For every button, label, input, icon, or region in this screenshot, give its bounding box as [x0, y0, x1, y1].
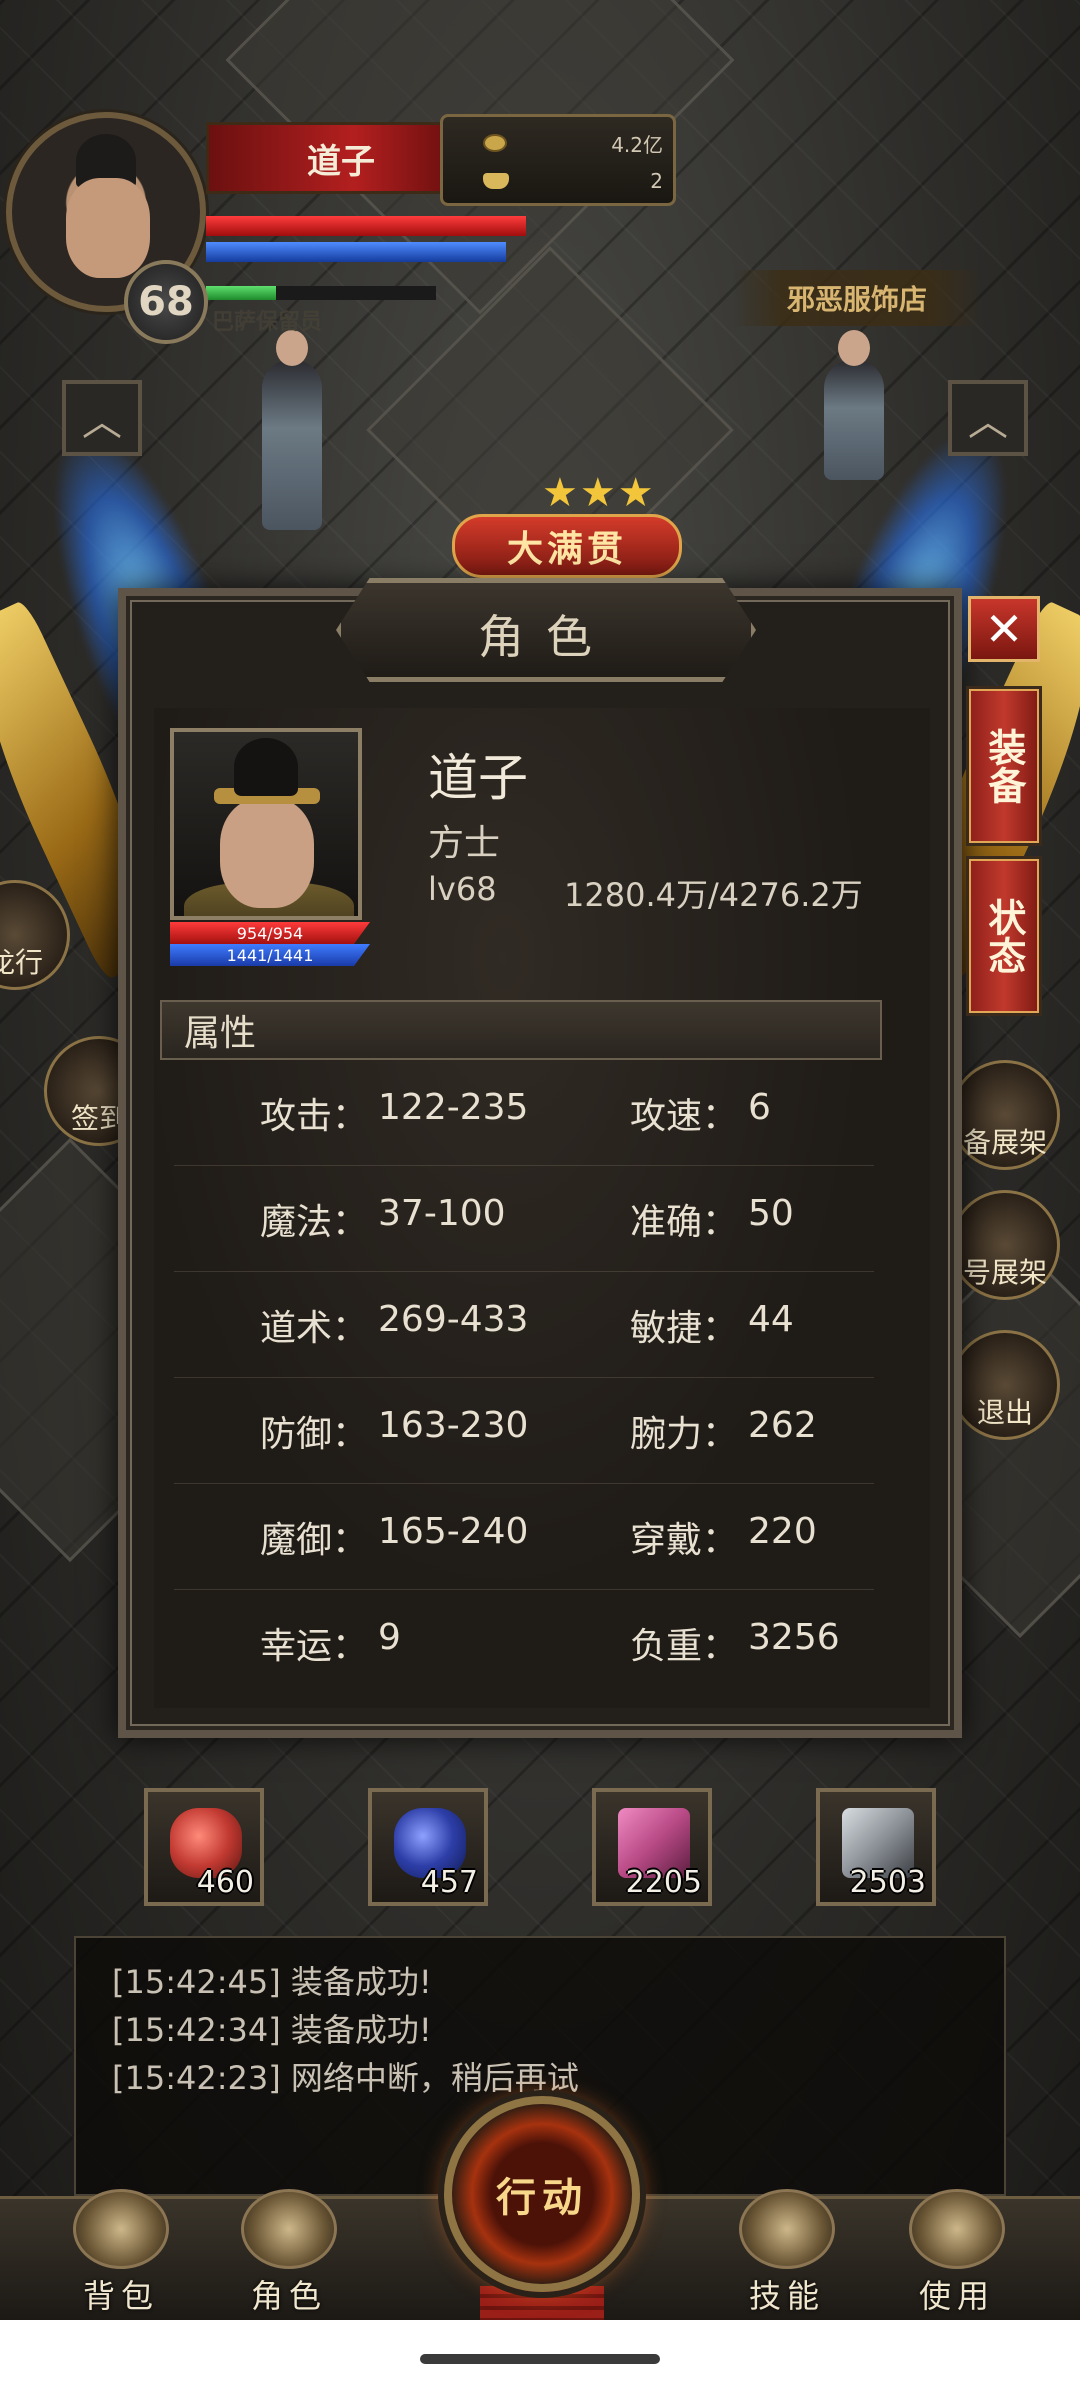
right-title-rack-button[interactable]: 号展架: [950, 1190, 1060, 1300]
character-panel: 954/954 1441/1441 道子 方士 lv68 1280.4万/427…: [154, 708, 930, 1708]
tab-status-label: 状态: [981, 898, 1027, 974]
player-mp-bar: [206, 242, 506, 262]
nav-bag-label: 背包: [82, 2277, 159, 2315]
item-count: 460: [196, 1865, 254, 1900]
close-button[interactable]: ✕: [968, 596, 1040, 662]
use-hand-icon: [909, 2189, 1005, 2269]
character-mp-bar: 1441/1441: [170, 944, 370, 966]
chevron-up-icon: ︿: [82, 399, 122, 445]
log-entry: [15:42:23] 网络中断，稍后再试: [112, 2059, 579, 2097]
player-guild: 巴萨保留员: [212, 310, 323, 335]
player-hp-bar: [206, 216, 526, 236]
player-name: 道子: [206, 122, 476, 194]
currency-panel: 4.2亿 2: [440, 114, 676, 206]
bag-icon: [73, 2189, 169, 2269]
npc-female[interactable]: [262, 330, 322, 530]
left-dragon-button[interactable]: 龙行: [0, 880, 70, 990]
home-indicator[interactable]: [420, 2354, 660, 2364]
attribute-row: 魔法： 37-100 准确： 50: [174, 1166, 874, 1272]
right-equip-rack-button[interactable]: 备展架: [950, 1060, 1060, 1170]
dialog-title-bar: 角色: [336, 578, 756, 682]
tab-status[interactable]: 状态: [966, 856, 1042, 1016]
attribute-attack: 攻击： 122-235: [260, 1086, 529, 1137]
character-hp-bar: 954/954: [170, 922, 370, 944]
ingot-icon: [483, 173, 509, 189]
attribute-row: 幸运： 9 负重： 3256: [174, 1590, 874, 1696]
grand-slam-event[interactable]: ★★★ 大满贯: [432, 470, 702, 580]
star-rating-icon: ★★★: [542, 470, 656, 516]
attribute-row: 防御： 163-230 腕力： 262: [174, 1378, 874, 1484]
npc-shopkeeper[interactable]: [824, 330, 884, 480]
close-icon: ✕: [984, 602, 1024, 656]
attribute-luck: 幸运： 9: [260, 1617, 401, 1667]
attribute-magic: 魔法： 37-100: [260, 1192, 506, 1243]
quick-slot-red-potion[interactable]: 460: [144, 1788, 264, 1906]
log-entry: [15:42:45] 装备成功!: [112, 1963, 432, 2001]
skill-scroll-icon: [739, 2189, 835, 2269]
ingot-amount: 2: [650, 169, 663, 193]
armor-icon: [241, 2189, 337, 2269]
nav-skills[interactable]: 技能: [712, 2189, 862, 2323]
nav-use[interactable]: 使用: [882, 2189, 1032, 2323]
attribute-defense: 防御： 163-230: [260, 1404, 529, 1455]
left-collapse-button[interactable]: ︿: [62, 380, 142, 456]
attributes-grid: 攻击： 122-235 攻速： 6 魔法： 37-100 准确： 50 道术： 269-4…: [174, 1060, 874, 1696]
dialog-title: 角色: [478, 610, 614, 664]
character-name: 道子: [428, 749, 528, 807]
player-exp-bar: [206, 286, 276, 300]
attribute-row: 攻击： 122-235 攻速： 6: [174, 1060, 874, 1166]
tab-equipment-label: 装备: [981, 728, 1027, 804]
attribute-strength: 腕力： 262: [630, 1404, 817, 1455]
gold-amount: 4.2亿: [611, 132, 663, 157]
grand-slam-label: 大满贯: [452, 514, 682, 578]
nav-skills-label: 技能: [748, 2277, 825, 2315]
action-label: 行动: [496, 2174, 588, 2221]
attribute-accuracy: 准确： 50: [630, 1192, 794, 1243]
nav-use-label: 使用: [918, 2277, 995, 2315]
log-entry: [15:42:34] 装备成功!: [112, 2011, 432, 2049]
right-collapse-button[interactable]: ︿: [948, 380, 1028, 456]
attribute-row: 魔御： 165-240 穿戴： 220: [174, 1484, 874, 1590]
attribute-row: 道术： 269-433 敏捷： 44: [174, 1272, 874, 1378]
action-button[interactable]: 行动: [444, 2096, 640, 2292]
attribute-attack-speed: 攻速： 6: [630, 1086, 771, 1137]
player-hud: 道子 4.2亿 2 巴萨保留员 68: [0, 108, 700, 344]
attribute-taoism: 道术： 269-433: [260, 1298, 529, 1349]
nav-character[interactable]: 角色: [214, 2189, 364, 2323]
attribute-wear: 穿戴： 220: [630, 1510, 817, 1561]
attribute-carry-weight: 负重： 3256: [630, 1617, 840, 1667]
gold-coin-icon: [483, 134, 507, 152]
shop-sign[interactable]: 邪恶服饰店: [732, 270, 982, 326]
quick-slot-blue-potion[interactable]: 457: [368, 1788, 488, 1906]
character-level: lv68: [428, 870, 497, 908]
attributes-header: 属性: [160, 1000, 882, 1060]
character-portrait: [170, 728, 362, 920]
quick-slot-grey-scroll[interactable]: 2503: [816, 1788, 936, 1906]
item-count: 2205: [625, 1865, 702, 1900]
system-navigation-bar: [0, 2320, 1080, 2400]
player-level-badge: 68: [124, 260, 208, 344]
nav-character-label: 角色: [250, 2277, 327, 2315]
quick-slot-pink-scroll[interactable]: 2205: [592, 1788, 712, 1906]
chevron-up-icon: ︿: [968, 399, 1008, 445]
tab-equipment[interactable]: 装备: [966, 686, 1042, 846]
attribute-agility: 敏捷： 44: [630, 1298, 794, 1349]
item-count: 2503: [849, 1865, 926, 1900]
item-count: 457: [420, 1865, 478, 1900]
right-exit-button[interactable]: 退出: [950, 1330, 1060, 1440]
character-exp: 1280.4万/4276.2万: [564, 876, 863, 914]
character-dialog: 角色 954/954 1441/1441 道子 方士 lv68 1280.4万/…: [118, 578, 962, 1738]
attribute-magic-defense: 魔御： 165-240: [260, 1510, 529, 1561]
nav-bag[interactable]: 背包: [46, 2189, 196, 2323]
character-class: 方士: [428, 823, 501, 864]
